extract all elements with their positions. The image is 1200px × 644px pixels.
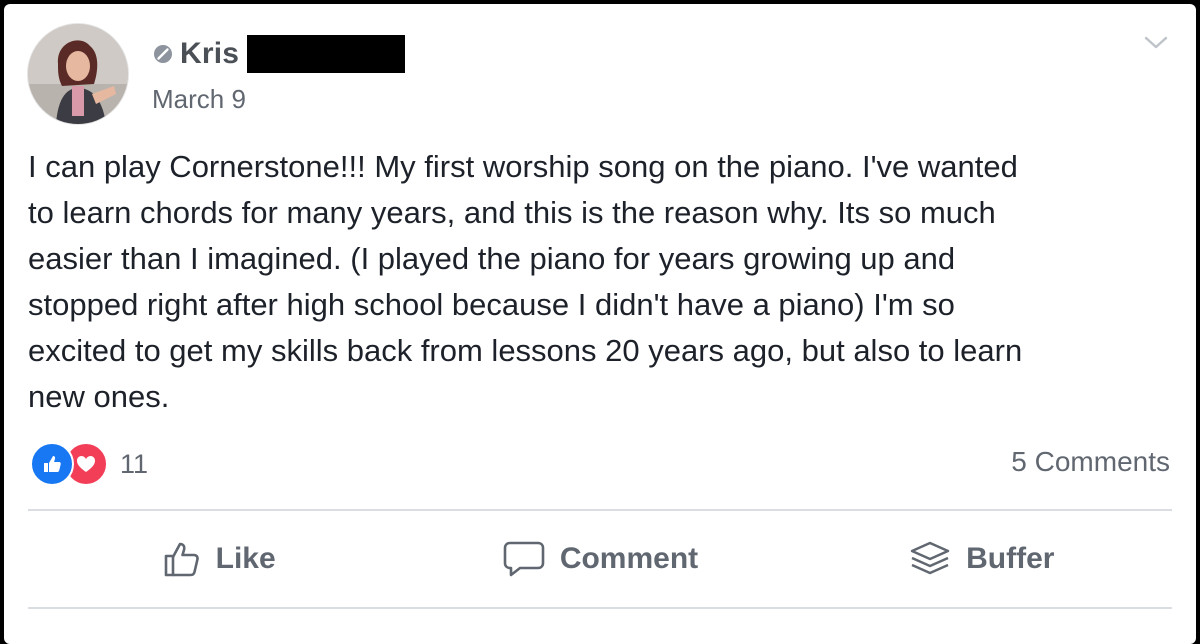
buffer-layers-icon [910,541,950,575]
post-body-text: I can play Cornerstone!!! My first worsh… [28,149,1023,414]
group-member-badge-icon [150,41,176,67]
post-card: Kris March 9 I can play Cornerstone!!! M… [4,4,1196,644]
thumbs-up-icon [164,542,199,577]
divider [28,607,1172,609]
like-label: Like [215,542,276,575]
profile-photo [28,24,128,124]
like-reaction-icon [30,442,74,486]
comment-count-link[interactable]: 5 Comments [1011,446,1170,478]
redaction-box [247,35,406,73]
comment-label: Comment [559,542,699,575]
author-row: Kris [150,34,406,74]
divider [28,509,1172,511]
post-options-chevron-icon[interactable] [1140,30,1172,56]
avatar[interactable] [28,24,128,124]
post-date[interactable]: March 9 [152,84,246,115]
reaction-summary[interactable]: 11 [30,442,148,486]
author-name[interactable]: Kris [180,37,239,71]
action-bar: Like Comment Buffer [28,519,1172,599]
reaction-count: 11 [120,448,149,479]
buffer-label: Buffer [966,542,1055,575]
buffer-button[interactable]: Buffer [791,519,1172,599]
like-button[interactable]: Like [28,519,409,599]
comment-button[interactable]: Comment [409,519,790,599]
comment-bubble-icon [503,541,545,577]
